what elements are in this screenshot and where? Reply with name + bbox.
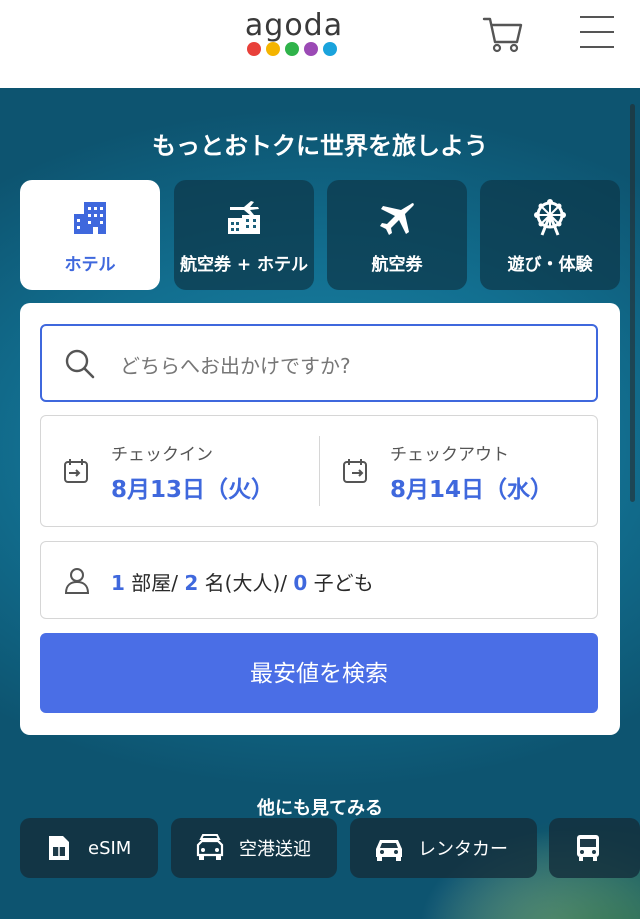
sim-card-icon <box>44 833 74 863</box>
checkout-value: 8月14日（水） <box>390 477 554 503</box>
chip-label: eSIM <box>88 837 132 859</box>
taxi-icon <box>195 833 225 863</box>
checkin-label: チェックイン <box>111 445 213 465</box>
tab-flight-hotel[interactable]: 航空券 + ホテル <box>174 180 314 290</box>
tab-label: 航空券 + ホテル <box>179 255 309 275</box>
hotel-icon <box>20 198 160 238</box>
checkin-value: 8月13日（火） <box>111 477 275 503</box>
occupancy-field[interactable]: 1 部屋/ 2 名(大人)/ 0 子ども <box>40 541 598 619</box>
flight-hotel-icon <box>174 198 314 238</box>
agoda-logo[interactable]: agoda <box>244 8 344 60</box>
hero-section: もっとおトクに世界を旅しよう ホテル 航空券 + ホテル 航空券 遊び・体験 ど… <box>0 88 640 919</box>
tab-label: 遊び・体験 <box>507 255 593 275</box>
chip-bus[interactable] <box>549 818 640 878</box>
chip-car-rental[interactable]: レンタカー <box>350 818 537 878</box>
tab-activities[interactable]: 遊び・体験 <box>480 180 620 290</box>
airplane-icon <box>327 198 467 238</box>
person-icon <box>63 566 91 598</box>
chip-label: 空港送迎 <box>239 839 311 860</box>
search-card: どちらへお出かけですか? チェックイン 8月13日（火） チェックアウト 8月1… <box>20 303 620 735</box>
hero-tagline: もっとおトクに世界を旅しよう <box>152 132 488 160</box>
logo-text: agoda <box>244 8 344 43</box>
checkout-label: チェックアウト <box>390 445 509 465</box>
children-unit: 子ども <box>313 571 374 595</box>
tab-hotel[interactable]: ホテル <box>20 180 160 290</box>
calendar-checkin-icon <box>63 458 89 488</box>
bus-icon <box>573 833 603 863</box>
search-icon <box>64 348 96 384</box>
rooms-count: 1 <box>111 571 125 595</box>
checkout-field[interactable]: チェックアウト 8月14日（水） <box>320 416 598 526</box>
car-icon <box>374 833 404 863</box>
date-selector: チェックイン 8月13日（火） チェックアウト 8月14日（水） <box>40 415 598 527</box>
calendar-checkout-icon <box>342 458 368 488</box>
tab-label: 航空券 <box>371 255 423 275</box>
search-placeholder: どちらへお出かけですか? <box>120 354 351 378</box>
rooms-unit: 部屋/ <box>131 571 179 595</box>
checkin-field[interactable]: チェックイン 8月13日（火） <box>41 416 319 526</box>
adults-count: 2 <box>184 571 199 595</box>
scrollbar[interactable] <box>630 104 635 502</box>
children-count: 0 <box>293 571 308 595</box>
more-section-title: 他にも見てみる <box>257 798 383 819</box>
ferris-wheel-icon <box>480 198 620 238</box>
hamburger-icon[interactable] <box>580 16 618 52</box>
cart-icon[interactable] <box>482 14 524 54</box>
chip-airport-transfer[interactable]: 空港送迎 <box>171 818 337 878</box>
destination-search-input[interactable]: どちらへお出かけですか? <box>40 324 598 402</box>
chip-label: レンタカー <box>418 839 508 860</box>
chip-esim[interactable]: eSIM <box>20 818 158 878</box>
occupancy-text: 1 部屋/ 2 名(大人)/ 0 子ども <box>111 567 374 596</box>
tab-flights[interactable]: 航空券 <box>327 180 467 290</box>
tab-label: ホテル <box>64 255 116 275</box>
search-submit-button[interactable]: 最安値を検索 <box>40 633 598 713</box>
top-header: agoda <box>0 0 640 88</box>
logo-dots <box>247 42 337 56</box>
adults-unit: 名(大人)/ <box>204 571 288 595</box>
